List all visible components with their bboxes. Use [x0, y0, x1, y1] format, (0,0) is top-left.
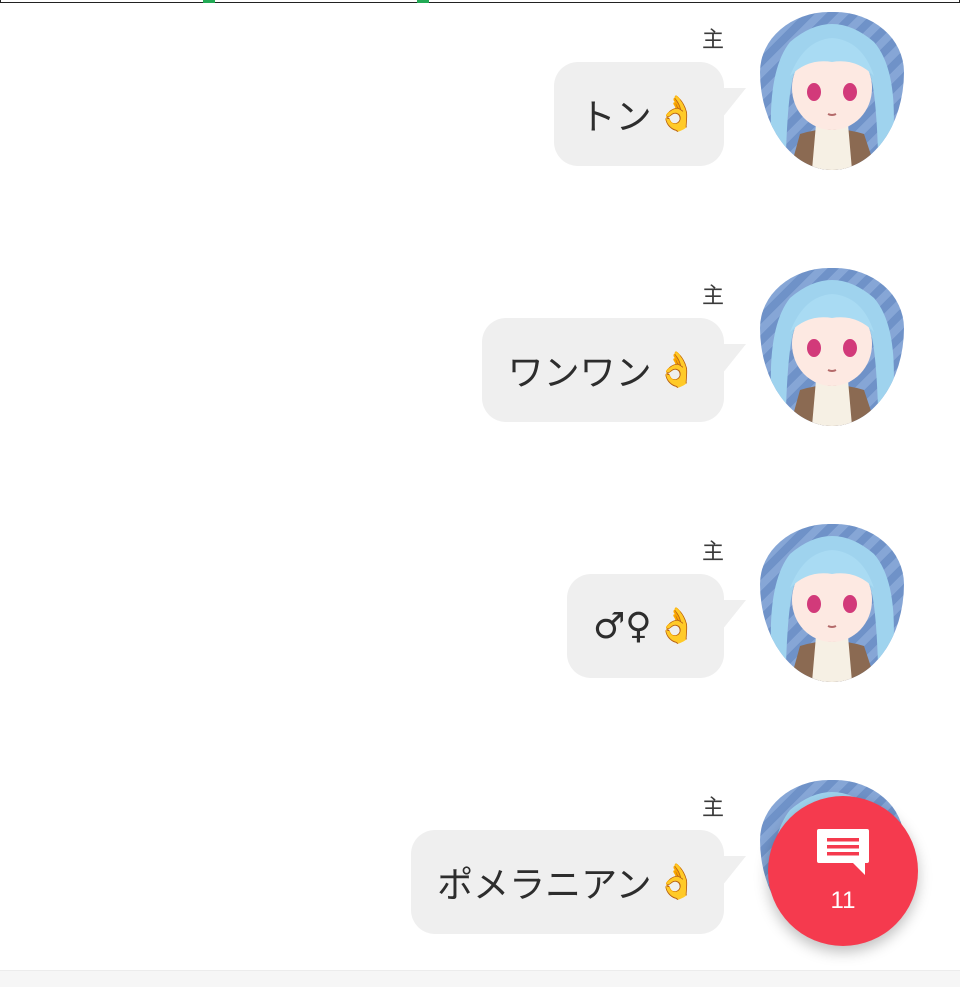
- progress-marker: [203, 0, 215, 3]
- message-text: ♂♀: [593, 605, 652, 647]
- avatar[interactable]: [760, 268, 904, 426]
- ok-hand-emoji: 👌: [655, 862, 698, 902]
- sender-name: 主: [701, 28, 724, 53]
- progress-marker: [417, 0, 429, 3]
- chat-message: 主 ♂♀ 👌: [0, 522, 960, 692]
- message-text: ポメラニアン: [437, 865, 652, 906]
- avatar[interactable]: [760, 524, 904, 682]
- ok-hand-emoji: 👌: [655, 606, 698, 646]
- sender-name: 主: [701, 284, 724, 309]
- message-text: トン: [579, 97, 652, 138]
- chat-message: 主 ワンワン 👌: [0, 266, 960, 436]
- comments-fab-button[interactable]: 11: [768, 796, 918, 946]
- sender-name: 主: [701, 540, 724, 565]
- message-bubble[interactable]: ワンワン 👌: [481, 318, 747, 422]
- comment-icon: [815, 827, 871, 881]
- message-bubble[interactable]: ♂♀ 👌: [567, 574, 746, 678]
- message-bubble[interactable]: トン 👌: [553, 62, 747, 166]
- comment-count: 11: [830, 887, 856, 914]
- message-bubble[interactable]: ポメラニアン 👌: [411, 830, 746, 934]
- sender-name: 主: [701, 796, 724, 821]
- top-divider: [0, 0, 960, 3]
- bottom-bar: [0, 970, 960, 987]
- ok-hand-emoji: 👌: [655, 350, 698, 390]
- ok-hand-emoji: 👌: [655, 94, 698, 134]
- avatar[interactable]: [760, 12, 904, 170]
- message-text: ワンワン: [507, 353, 652, 394]
- chat-message: 主 トン 👌: [0, 10, 960, 180]
